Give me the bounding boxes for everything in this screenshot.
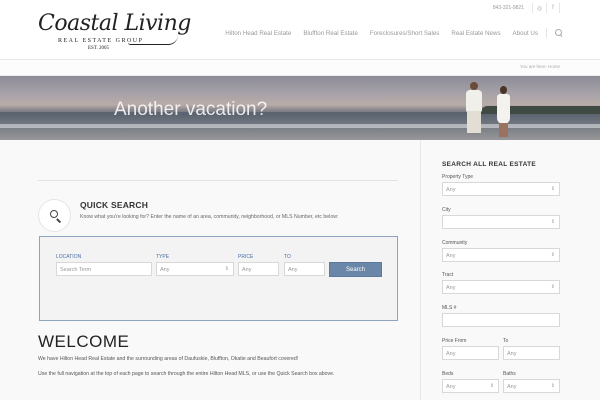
community-select[interactable]: Any ⇕ (442, 248, 560, 262)
welcome-paragraph-2: Use the full navigation at the top of ea… (38, 371, 335, 377)
main-nav: Hilton Head Real Estate Bluffton Real Es… (213, 28, 563, 38)
beds-label: Beds (442, 371, 454, 377)
chevron-updown-icon: ⇕ (550, 219, 555, 225)
tract-label: Tract (442, 272, 454, 278)
property-type-label: Property Type (442, 174, 474, 180)
nav-item-bluffton[interactable]: Bluffton Real Estate (303, 30, 358, 37)
quick-search-title: QUICK SEARCH (80, 200, 149, 210)
location-label: LOCATION (56, 254, 82, 260)
beach-couple-photo (458, 80, 528, 140)
baths-value: Any (507, 384, 517, 390)
mls-label: MLS # (442, 305, 457, 311)
nav-item-news[interactable]: Real Estate News (451, 30, 500, 37)
nav-divider (546, 28, 547, 38)
quick-search-form: LOCATION Search Term TYPE Any ⇕ PRICE An… (39, 236, 398, 321)
price-from-input[interactable]: Any (442, 346, 499, 360)
community-label: Community (442, 240, 468, 246)
tract-select[interactable]: Any ⇕ (442, 280, 560, 294)
logo-subtitle: REAL ESTATE GROUP (58, 38, 144, 44)
search-button[interactable]: Search (329, 262, 382, 277)
logo-wordmark: Coastal Living (38, 11, 191, 36)
sidebar-search-title: SEARCH ALL REAL ESTATE (442, 161, 536, 168)
property-type-select[interactable]: Any ⇕ (442, 182, 560, 196)
breadcrumb-bar: You are here: Home (0, 60, 600, 76)
chevron-updown-icon: ⇕ (550, 252, 555, 258)
city-select[interactable]: ⇕ (442, 215, 560, 229)
instagram-icon[interactable]: ◎ (532, 3, 546, 13)
to-label: TO (284, 254, 291, 260)
welcome-heading: WELCOME (38, 332, 130, 351)
price-input[interactable]: Any (238, 262, 279, 276)
nav-item-hilton-head[interactable]: Hilton Head Real Estate (225, 30, 291, 37)
location-input[interactable]: Search Term (56, 262, 152, 276)
baths-select[interactable]: Any ⇕ (503, 379, 560, 393)
price-to-label: To (503, 338, 509, 344)
beds-select[interactable]: Any ⇕ (442, 379, 499, 393)
breadcrumb-prefix: You are here: (519, 64, 547, 69)
quick-search-description: Know what you're looking for? Enter the … (80, 214, 339, 220)
type-select-value: Any (160, 267, 170, 273)
price-to-input[interactable]: Any (284, 262, 325, 276)
sidebar-price-to-input[interactable]: Any (503, 346, 560, 360)
baths-label: Baths (503, 371, 516, 377)
breadcrumb: You are here: Home (520, 64, 560, 69)
community-value: Any (446, 253, 456, 259)
phone-number: 843-321-9821 (492, 5, 524, 11)
breadcrumb-home[interactable]: Home (548, 64, 560, 69)
top-bar: 843-321-9821 ◎ f (493, 3, 560, 13)
city-label: City (442, 207, 451, 213)
nav-item-foreclosures[interactable]: Foreclosures/Short Sales (370, 30, 439, 37)
chevron-updown-icon: ⇕ (550, 186, 555, 192)
price-from-label: Price From (442, 338, 467, 344)
hero-banner: Another vacation? (0, 76, 600, 140)
welcome-paragraph-1: We have Hilton Head Real Estate and the … (38, 356, 299, 362)
nav-item-about[interactable]: About Us (513, 30, 538, 37)
property-type-value: Any (446, 187, 456, 193)
tract-value: Any (446, 285, 456, 291)
search-icon[interactable] (555, 29, 563, 37)
chevron-updown-icon: ⇕ (550, 383, 555, 389)
chevron-updown-icon: ⇕ (489, 383, 494, 389)
site-header: Coastal Living REAL ESTATE GROUP EST. 20… (0, 0, 600, 60)
facebook-icon[interactable]: f (546, 3, 560, 13)
logo-established: EST. 2005 (88, 46, 110, 51)
type-select[interactable]: Any ⇕ (156, 262, 234, 276)
site-logo[interactable]: Coastal Living REAL ESTATE GROUP EST. 20… (38, 11, 191, 53)
mls-input[interactable] (442, 313, 560, 327)
type-label: TYPE (156, 254, 170, 260)
hero-title: Another vacation? (114, 99, 268, 120)
beds-value: Any (446, 384, 456, 390)
quick-search-icon (38, 199, 71, 232)
price-label: PRICE (238, 254, 254, 260)
chevron-updown-icon: ⇕ (550, 284, 555, 290)
section-divider (38, 180, 398, 181)
chevron-updown-icon: ⇕ (224, 266, 229, 272)
